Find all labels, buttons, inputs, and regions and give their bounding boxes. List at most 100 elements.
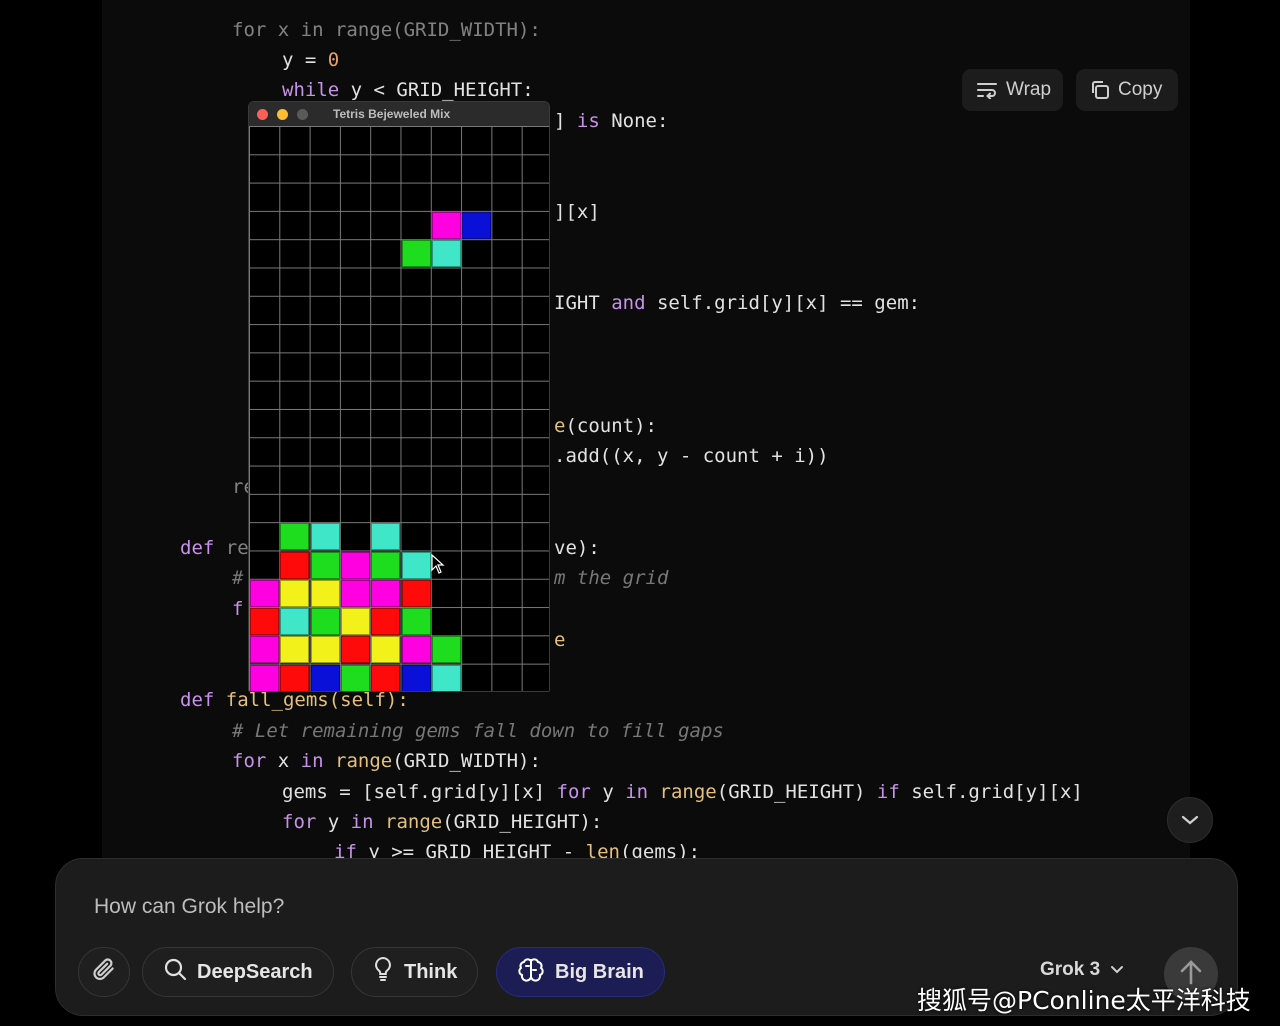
code-token: # Let remaining gems fall down to fill g…: [232, 720, 724, 742]
code-line: #: [232, 566, 243, 590]
scroll-down-button[interactable]: [1167, 797, 1213, 843]
gem-cell: [310, 579, 340, 607]
code-line: y = 0: [282, 48, 339, 72]
wrap-icon: [976, 81, 998, 99]
code-line: for y in range(GRID_HEIGHT):: [282, 810, 602, 834]
gem-cell: [250, 664, 279, 691]
code-line: f: [232, 597, 243, 621]
code-token: gems = [self.grid[y][x]: [282, 781, 557, 803]
code-token: #: [232, 567, 244, 589]
code-line: ] is None:: [554, 109, 668, 133]
search-icon: [163, 957, 187, 987]
code-token: e: [554, 629, 566, 651]
code-token: e: [554, 415, 566, 437]
gem-cell: [401, 240, 431, 268]
deepsearch-button[interactable]: DeepSearch: [142, 947, 334, 997]
gem-cell: [371, 579, 401, 607]
code-token: y < GRID_HEIGHT:: [339, 79, 534, 101]
code-token: for: [232, 750, 267, 772]
code-token: def: [180, 689, 215, 711]
code-token: (gems):: [620, 841, 701, 858]
code-line: for x in range(GRID_WIDTH):: [232, 18, 541, 42]
code-token: for: [556, 781, 591, 803]
think-button[interactable]: Think: [351, 947, 479, 997]
maximize-window-button[interactable]: [297, 109, 308, 120]
gem-cell: [280, 636, 310, 664]
gem-cell: [401, 551, 431, 579]
code-token: in: [625, 781, 649, 803]
gem-cell: [340, 636, 370, 664]
gem-cell: [280, 551, 310, 579]
code-token: is: [576, 110, 600, 132]
gem-cell: [431, 664, 461, 691]
wrap-button[interactable]: Wrap: [962, 69, 1063, 111]
gem-cell: [280, 608, 310, 636]
code-token: y >= GRID_HEIGHT -: [356, 841, 586, 858]
code-token: range: [385, 811, 443, 833]
code-token: x: [266, 750, 301, 772]
code-token: (count):: [565, 415, 657, 437]
watermark: 搜狐号@PConline太平洋科技: [917, 986, 1251, 1015]
minimize-window-button[interactable]: [277, 109, 288, 120]
gem-cell: [371, 636, 401, 664]
code-token: range: [659, 781, 717, 803]
copy-icon: [1090, 80, 1110, 100]
model-label: Grok 3: [1040, 959, 1101, 980]
gem-cell: [431, 636, 461, 664]
code-token: and: [611, 292, 646, 314]
gem-cell: [280, 523, 310, 551]
gem-cell: [371, 664, 401, 691]
code-token: for x in range(GRID_WIDTH):: [232, 19, 541, 41]
close-window-button[interactable]: [257, 109, 268, 120]
gem-cell: [371, 608, 401, 636]
code-line: def re: [180, 536, 249, 560]
code-line: m the grid: [554, 566, 668, 590]
gem-cell: [401, 579, 431, 607]
brain-icon: [517, 956, 545, 988]
gem-cell: [340, 608, 370, 636]
gem-cell: [401, 608, 431, 636]
code-line: while y < GRID_HEIGHT:: [282, 78, 534, 102]
model-selector[interactable]: Grok 3: [1040, 959, 1124, 981]
big-brain-button[interactable]: Big Brain: [496, 947, 665, 997]
code-token: if: [876, 781, 900, 803]
gem-cell: [340, 551, 370, 579]
big-brain-label: Big Brain: [555, 960, 644, 983]
gem-cell: [250, 636, 279, 664]
gem-cell: [310, 608, 340, 636]
code-line: gems = [self.grid[y][x] for y in range(G…: [282, 780, 1083, 804]
window-titlebar[interactable]: Tetris Bejeweled Mix: [249, 102, 549, 127]
code-line: ][x]: [554, 200, 600, 224]
gem-cell: [431, 211, 461, 239]
code-token: y: [316, 811, 351, 833]
code-token: fall_gems(self):: [214, 689, 409, 711]
game-window[interactable]: Tetris Bejeweled Mix: [248, 101, 550, 692]
think-label: Think: [404, 960, 458, 983]
code-token: y =: [282, 49, 328, 71]
window-title: Tetris Bejeweled Mix: [333, 107, 451, 121]
game-board[interactable]: [249, 126, 549, 691]
code-line: # Let remaining gems fall down to fill g…: [232, 719, 724, 743]
code-token: y: [590, 781, 626, 803]
code-token: (GRID_HEIGHT):: [442, 811, 603, 833]
code-token: .add((x, y - count + i)): [554, 445, 829, 467]
code-line: IGHT and self.grid[y][x] == gem:: [554, 291, 920, 315]
code-token: None:: [599, 110, 669, 132]
code-token: self.grid[y][x]: [899, 781, 1083, 803]
code-token: re: [214, 537, 249, 559]
code-token: m the grid: [554, 567, 669, 589]
code-token: f: [232, 598, 244, 620]
code-token: ][x]: [554, 201, 600, 223]
attach-button[interactable]: [78, 947, 130, 997]
prompt-input[interactable]: [92, 889, 996, 925]
gem-cell: [371, 551, 401, 579]
gem-cell: [280, 579, 310, 607]
gem-cell: [401, 664, 431, 691]
gem-cell: [340, 664, 370, 691]
mouse-cursor-icon: [431, 554, 445, 574]
copy-button[interactable]: Copy: [1076, 69, 1178, 111]
code-token: in: [300, 750, 324, 772]
